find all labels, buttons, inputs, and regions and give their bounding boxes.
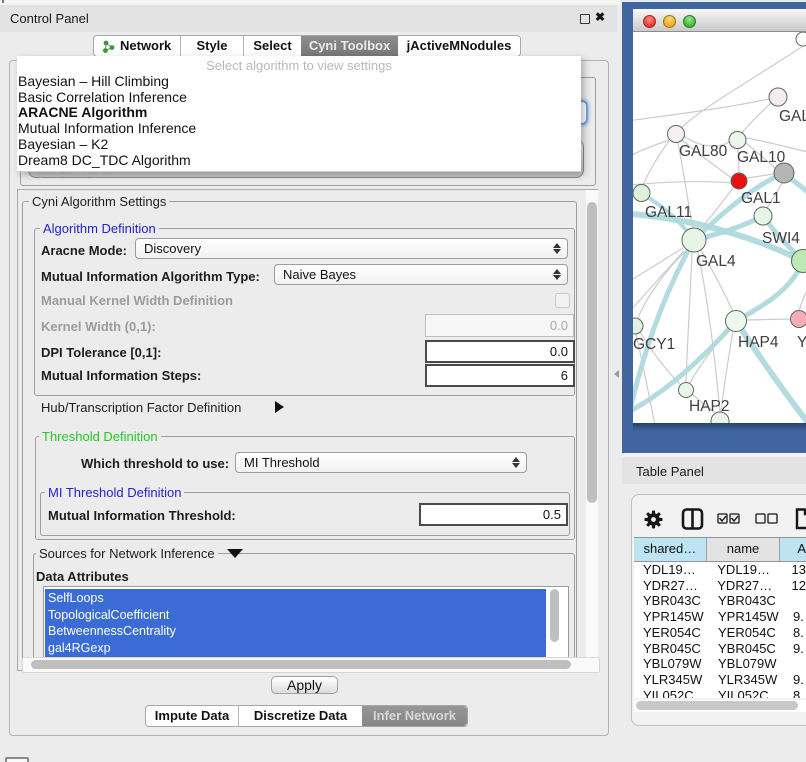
svg-text:HAP4: HAP4: [738, 334, 779, 351]
svg-text:GCY1: GCY1: [633, 336, 675, 353]
svg-text:Y: Y: [797, 334, 806, 351]
svg-text:GAL1: GAL1: [741, 190, 781, 207]
svg-text:GAL80: GAL80: [679, 143, 728, 160]
svg-text:GAL4: GAL4: [696, 253, 736, 270]
svg-text:GAL10: GAL10: [737, 149, 786, 166]
svg-text:SWI4: SWI4: [762, 230, 800, 247]
svg-text:GAL11: GAL11: [645, 204, 692, 221]
svg-text:HAP2: HAP2: [689, 398, 730, 415]
svg-text:GAL2: GAL2: [779, 108, 806, 125]
